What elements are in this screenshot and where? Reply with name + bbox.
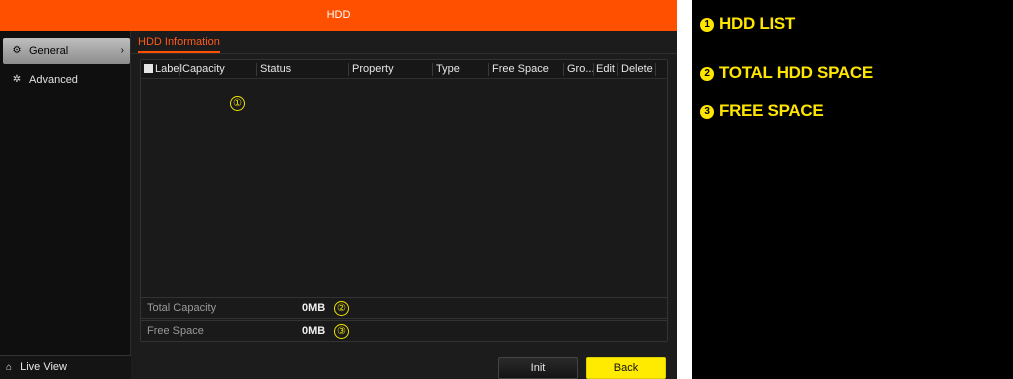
total-capacity-row: Total Capacity 0MB ② [140, 297, 668, 319]
legend-item-total-hdd-space: 2 TOTAL HDD SPACE [700, 63, 873, 83]
sidebar-item-advanced[interactable]: ✲ Advanced [3, 67, 130, 93]
annotation-marker-2: ② [334, 301, 349, 316]
free-space-value: 0MB [302, 325, 326, 337]
column-separator [593, 63, 594, 76]
total-capacity-label: Total Capacity [147, 302, 217, 314]
column-separator [256, 63, 257, 76]
legend-number: 1 [700, 18, 714, 32]
legend-text: HDD LIST [719, 14, 795, 33]
column-separator [348, 63, 349, 76]
live-view-label: Live View [20, 361, 67, 373]
legend-number: 2 [700, 67, 714, 81]
col-status[interactable]: Status [260, 60, 291, 79]
legend-number: 3 [700, 105, 714, 119]
col-free-space[interactable]: Free Space [492, 60, 549, 79]
live-view-button[interactable]: ⌂ Live View [0, 355, 131, 379]
annotation-marker-1: ① [230, 96, 245, 111]
window-title: HDD [0, 0, 677, 31]
total-capacity-value: 0MB [302, 302, 326, 314]
tab-divider [131, 53, 677, 54]
init-button[interactable]: Init [498, 357, 578, 379]
select-all-checkbox[interactable] [144, 64, 153, 73]
sidebar: ⚙ General › ✲ Advanced ⌂ Live View [0, 31, 131, 379]
col-delete[interactable]: Delete [621, 60, 653, 79]
sidebar-item-general[interactable]: ⚙ General › [3, 38, 130, 64]
legend-panel: 1 HDD LIST 2 TOTAL HDD SPACE 3 FREE SPACE [692, 0, 1013, 379]
column-separator [432, 63, 433, 76]
column-separator [488, 63, 489, 76]
home-icon: ⌂ [6, 362, 13, 373]
dvr-window: HDD ⚙ General › ✲ Advanced ⌂ Live View H… [0, 0, 677, 379]
table-header: Label Capacity Status Property Type Free… [141, 60, 667, 79]
settings-icon: ✲ [12, 74, 22, 85]
legend-text: TOTAL HDD SPACE [719, 63, 873, 82]
annotation-marker-3: ③ [334, 324, 349, 339]
legend-item-hdd-list: 1 HDD LIST [700, 14, 795, 34]
column-separator [655, 63, 656, 76]
col-label[interactable]: Label [144, 60, 182, 79]
column-separator [617, 63, 618, 76]
back-button[interactable]: Back [586, 357, 666, 379]
free-space-label: Free Space [147, 325, 204, 337]
free-space-row: Free Space 0MB ③ [140, 320, 668, 342]
sidebar-item-label: General [29, 45, 69, 57]
col-type[interactable]: Type [436, 60, 460, 79]
hdd-table: Label Capacity Status Property Type Free… [140, 59, 668, 327]
column-separator [563, 63, 564, 76]
col-group[interactable]: Gro... [567, 60, 595, 79]
chevron-right-icon: › [120, 45, 124, 56]
col-capacity[interactable]: Capacity [182, 60, 225, 79]
column-separator [179, 63, 180, 76]
main-panel: HDD Information Label Capacity Status Pr… [131, 31, 677, 379]
legend-text: FREE SPACE [719, 101, 824, 120]
gear-icon: ⚙ [12, 45, 22, 56]
tab-hdd-information[interactable]: HDD Information [138, 36, 220, 53]
sidebar-item-label: Advanced [29, 74, 78, 86]
col-edit[interactable]: Edit [596, 60, 615, 79]
col-property[interactable]: Property [352, 60, 394, 79]
legend-item-free-space: 3 FREE SPACE [700, 101, 824, 121]
